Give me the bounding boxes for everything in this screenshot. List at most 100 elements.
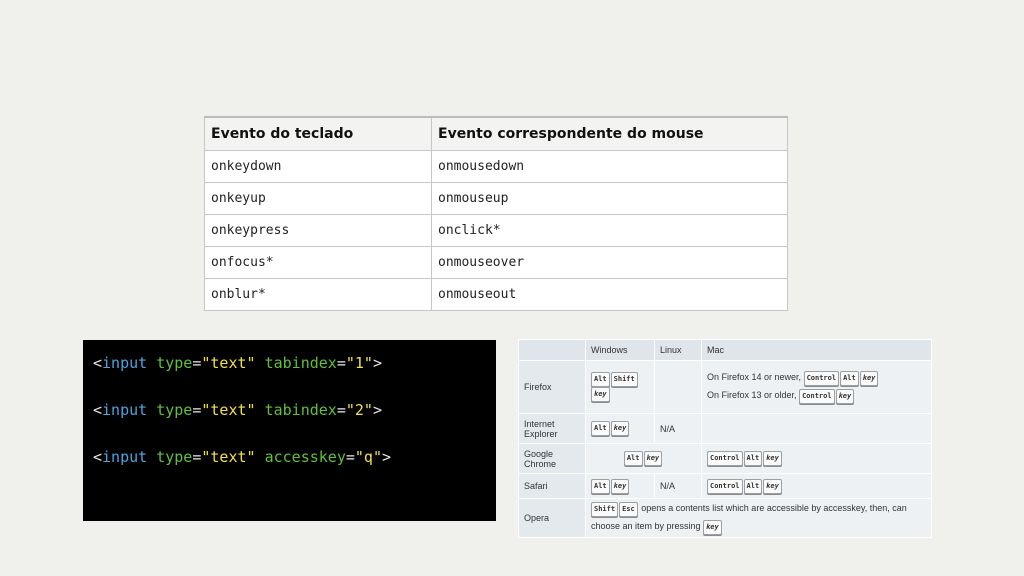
mouse-event-cell: onmouseout <box>431 278 788 311</box>
key-access-label: key <box>706 523 719 531</box>
key-access-label: key <box>862 374 876 382</box>
key-access-label: key <box>766 454 779 462</box>
windows-keys: Alt Shiftkey <box>585 360 655 414</box>
opera-text-2: choose an item by pressing <box>591 521 701 531</box>
linux-keys <box>654 360 702 414</box>
code-line-1: <input type="text" tabindex="1"> <box>93 354 382 372</box>
key-access-label: key <box>766 481 779 490</box>
code-bracket: < <box>93 354 103 372</box>
key-alt: Alt <box>591 421 610 436</box>
opera-line-2: choose an item by pressing key <box>591 519 926 535</box>
mac-keys: On Firefox 14 or newer, Control Alt key On… <box>701 360 932 414</box>
table-header-row: Windows Linux Mac <box>518 339 932 361</box>
keyboard-event-cell: onkeypress <box>204 214 432 247</box>
key-control: Control <box>803 371 840 386</box>
windows-keys: Alt key <box>585 473 655 499</box>
linux-keys: N/A <box>654 413 702 444</box>
mac-line-newer: On Firefox 14 or newer, Control Alt key <box>707 370 926 386</box>
windows-linux-keys: Alt key <box>585 443 702 474</box>
key-esc: Esc <box>619 502 638 517</box>
code-line-3: <input type="text" accesskey="q"> <box>93 448 391 466</box>
code-attribute: tabindex <box>264 354 337 372</box>
browser-name: Firefox <box>518 360 586 414</box>
key-access-label: key <box>613 481 627 490</box>
code-equals: = <box>336 354 346 372</box>
key-control: Control <box>707 451 743 466</box>
mac-line-text: On Firefox 14 or newer, <box>707 372 802 382</box>
key-access: key <box>591 387 610 402</box>
key-control: Control <box>799 389 835 404</box>
code-equals: = <box>345 448 355 466</box>
mouse-event-cell: onmousedown <box>431 150 788 183</box>
key-access: key <box>703 520 722 535</box>
keyboard-event-cell: onblur* <box>204 278 432 311</box>
key-access: key <box>763 478 782 494</box>
key-alt: Alt <box>623 451 643 466</box>
code-tag: input <box>102 354 148 372</box>
key-access-label: key <box>838 392 852 400</box>
opera-description: Shift Esc opens a contents list which are… <box>585 498 932 538</box>
table-row-safari: Safari Alt key N/A Control Alt key <box>518 473 932 499</box>
table-row: onkeypress onclick* <box>204 214 788 247</box>
code-equals: = <box>336 401 346 419</box>
windows-keys: Alt key <box>585 413 655 444</box>
key-alt: Alt <box>743 478 763 494</box>
opera-line-1: Shift Esc opens a contents list which are… <box>591 501 926 517</box>
key-alt: Alt <box>591 372 610 387</box>
browser-name: Google Chrome <box>518 443 586 474</box>
column-header-linux: Linux <box>654 339 702 361</box>
code-value: "text" <box>201 401 256 419</box>
opera-text-1: opens a contents list which are accessib… <box>641 503 907 513</box>
mouse-event-cell: onclick* <box>431 214 788 247</box>
browser-name: Internet Explorer <box>518 413 586 444</box>
table-row: onblur* onmouseout <box>204 278 788 311</box>
code-bracket: > <box>372 401 382 419</box>
key-access: key <box>610 421 630 436</box>
key-alt: Alt <box>840 371 859 386</box>
code-attribute: type <box>156 401 193 419</box>
linux-keys: N/A <box>654 473 702 499</box>
key-access: key <box>610 478 630 494</box>
code-tag: input <box>102 401 148 419</box>
code-value: "text" <box>201 354 256 372</box>
keyboard-event-cell: onfocus* <box>204 246 432 279</box>
accesskey-browser-table: Windows Linux Mac Firefox Alt Shiftkey On… <box>518 339 932 538</box>
code-value: "text" <box>201 448 256 466</box>
code-value: "1" <box>345 354 373 372</box>
column-header-mouse: Evento correspondente do mouse <box>431 116 788 151</box>
key-access: key <box>835 389 855 404</box>
column-header-windows: Windows <box>585 339 655 361</box>
column-header-browser <box>518 339 586 361</box>
table-row-firefox: Firefox Alt Shiftkey On Firefox 14 or new… <box>518 360 932 414</box>
mac-keys: Control Alt key <box>701 473 932 499</box>
key-control: Control <box>707 478 743 494</box>
browser-name: Safari <box>518 473 586 499</box>
code-bracket: < <box>93 448 103 466</box>
code-bracket: > <box>382 448 392 466</box>
table-row-ie: Internet Explorer Alt key N/A <box>518 413 932 444</box>
mac-line-text: On Firefox 13 or older, <box>707 390 797 400</box>
code-attribute: tabindex <box>264 401 337 419</box>
mouse-event-cell: onmouseover <box>431 246 788 279</box>
table-row-chrome: Google Chrome Alt key Control Alt key <box>518 443 932 474</box>
code-snippet: <input type="text" tabindex="1"> <input … <box>83 340 496 521</box>
code-tag: input <box>102 448 148 466</box>
code-line-2: <input type="text" tabindex="2"> <box>93 401 382 419</box>
mouse-event-cell: onmouseup <box>431 182 788 215</box>
key-shift: Shift <box>610 372 638 387</box>
code-attribute: type <box>156 354 193 372</box>
table-row-opera: Opera Shift Esc opens a contents list whi… <box>518 498 932 538</box>
table-header-row: Evento do teclado Evento correspondente … <box>204 116 788 151</box>
mac-keys: Control Alt key <box>701 443 932 474</box>
mac-keys <box>701 413 932 444</box>
code-attribute: type <box>156 448 193 466</box>
key-access-label: key <box>646 454 660 462</box>
key-access-label: key <box>613 424 627 432</box>
key-alt: Alt <box>591 478 610 494</box>
column-header-mac: Mac <box>701 339 932 361</box>
key-access: key <box>763 451 782 466</box>
column-header-keyboard: Evento do teclado <box>204 116 432 151</box>
key-access: key <box>643 451 663 466</box>
key-access-label: key <box>594 390 607 398</box>
keyboard-event-cell: onkeyup <box>204 182 432 215</box>
